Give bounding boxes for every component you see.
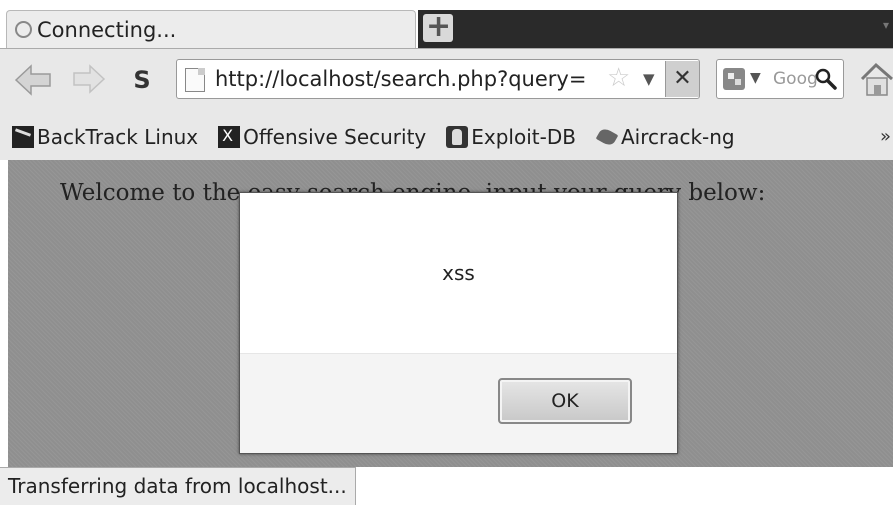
tab-strip-background bbox=[418, 10, 893, 48]
url-history-dropdown-icon[interactable]: ▼ bbox=[643, 70, 655, 88]
page-icon bbox=[185, 68, 205, 92]
loading-spinner-icon bbox=[15, 21, 32, 38]
address-bar[interactable]: http://localhost/search.php?query= ☆ ▼ ✕ bbox=[176, 59, 700, 99]
tab-title: Connecting... bbox=[37, 17, 177, 42]
ok-button[interactable]: OK bbox=[498, 378, 632, 424]
alert-message: xss bbox=[442, 261, 475, 285]
tab-active[interactable]: Connecting... bbox=[6, 10, 416, 48]
search-input[interactable]: Google bbox=[773, 66, 817, 92]
status-bar: Transferring data from localhost... bbox=[0, 467, 893, 505]
bookmark-exploit-db[interactable]: Exploit-DB bbox=[446, 125, 576, 149]
bookmark-label: Offensive Security bbox=[243, 125, 427, 149]
stop-button[interactable]: ✕ bbox=[665, 61, 699, 97]
bookmark-aircrack-ng[interactable]: Aircrack-ng bbox=[596, 125, 735, 149]
navigation-toolbar: S http://localhost/search.php?query= ☆ ▼… bbox=[0, 48, 893, 114]
search-engine-icon[interactable] bbox=[723, 68, 745, 90]
exploit-db-icon bbox=[446, 126, 469, 148]
new-tab-button[interactable]: + bbox=[423, 10, 453, 44]
bookmark-label: Aircrack-ng bbox=[620, 125, 735, 149]
back-arrow-icon[interactable] bbox=[14, 63, 52, 97]
bookmark-label: BackTrack Linux bbox=[37, 125, 199, 149]
alert-footer: OK bbox=[240, 353, 677, 453]
bookmark-offensive-security[interactable]: Offensive Security bbox=[218, 125, 426, 149]
offensive-security-icon bbox=[218, 126, 241, 148]
status-text: Transferring data from localhost... bbox=[0, 467, 356, 505]
aircrack-icon bbox=[596, 126, 618, 148]
alert-dialog: xss OK bbox=[239, 192, 678, 454]
url-input[interactable]: http://localhost/search.php?query= bbox=[215, 64, 605, 94]
engine-dropdown-icon[interactable]: ▼ bbox=[750, 70, 761, 86]
forward-arrow-icon[interactable] bbox=[72, 63, 106, 95]
magnifier-icon[interactable] bbox=[815, 68, 837, 90]
plus-icon: + bbox=[426, 9, 452, 44]
bookmark-label: Exploit-DB bbox=[471, 125, 576, 149]
backtrack-icon bbox=[12, 126, 34, 148]
bookmark-star-icon[interactable]: ☆ bbox=[607, 63, 630, 93]
home-icon[interactable] bbox=[860, 61, 893, 97]
tab-strip: Connecting... + ▾ bbox=[0, 0, 893, 48]
bookmarks-overflow-icon[interactable]: » bbox=[880, 126, 891, 147]
bookmark-backtrack-linux[interactable]: BackTrack Linux bbox=[12, 125, 198, 149]
sync-icon[interactable]: S bbox=[128, 65, 156, 95]
tab-list-icon[interactable]: ▾ bbox=[883, 18, 889, 32]
search-bar[interactable]: ▼ Google bbox=[716, 59, 844, 99]
bookmarks-toolbar: BackTrack Linux Offensive Security Explo… bbox=[0, 114, 893, 160]
